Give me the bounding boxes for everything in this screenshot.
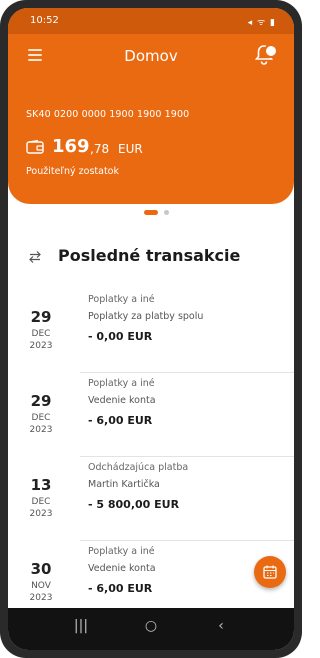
back-button[interactable]: ‹ xyxy=(206,618,236,638)
transaction-item[interactable]: 29 DEC 2023 Poplatky a iné Vedenie konta… xyxy=(8,372,294,456)
calendar-icon xyxy=(263,565,277,579)
notification-badge xyxy=(264,44,278,58)
tx-year: 2023 xyxy=(29,425,53,435)
tx-amount: - 6,00 EUR xyxy=(88,414,153,427)
app-bar: Domov xyxy=(8,34,294,78)
tx-description: Vedenie konta xyxy=(88,563,156,574)
carousel-dot-active[interactable] xyxy=(144,210,158,215)
transaction-item[interactable]: 13 DEC 2023 Odchádzajúca platba Martin K… xyxy=(8,456,294,540)
divider xyxy=(80,372,294,373)
tx-description: Poplatky za platby spolu xyxy=(88,311,204,322)
bell-icon[interactable] xyxy=(254,44,278,66)
transaction-item[interactable]: 29 DEC 2023 Poplatky a iné Poplatky za p… xyxy=(8,288,294,372)
tx-year: 2023 xyxy=(29,509,53,519)
tx-category: Poplatky a iné xyxy=(88,546,155,557)
tx-month: NOV xyxy=(31,581,51,591)
balance-amount-integer: 169 xyxy=(52,136,90,157)
tx-day: 30 xyxy=(30,560,52,578)
tx-description: Vedenie konta xyxy=(88,395,156,406)
tx-year: 2023 xyxy=(29,593,53,603)
section-title: Posledné transakcie xyxy=(58,246,241,265)
system-nav-bar: ||| ○ ‹ xyxy=(8,608,294,650)
balance-currency: EUR xyxy=(118,142,143,156)
swap-arrows-icon xyxy=(29,251,41,263)
status-icons: ◂ ᯤ ▮ xyxy=(247,18,276,28)
tx-month: DEC xyxy=(31,329,51,339)
account-header: 10:52 ◂ ᯤ ▮ Domov SK40 0200 0000 1900 19… xyxy=(8,8,294,204)
divider xyxy=(80,540,294,541)
tx-day: 13 xyxy=(30,476,52,494)
account-iban: SK40 0200 0000 1900 1900 1900 xyxy=(26,109,190,120)
recents-button[interactable]: ||| xyxy=(66,618,96,638)
wallet-icon xyxy=(26,140,44,154)
tx-month: DEC xyxy=(31,413,51,423)
status-time: 10:52 xyxy=(30,15,59,26)
divider xyxy=(80,456,294,457)
tx-amount: - 6,00 EUR xyxy=(88,582,153,595)
page-title: Domov xyxy=(124,47,178,65)
tx-day: 29 xyxy=(30,392,52,410)
tx-description: Martin Kartička xyxy=(88,479,160,490)
carousel-dot[interactable] xyxy=(164,210,169,215)
status-bar: 10:52 ◂ ᯤ ▮ xyxy=(8,8,294,34)
tx-month: DEC xyxy=(31,497,51,507)
balance-label: Použiteľný zostatok xyxy=(26,166,119,177)
home-button[interactable]: ○ xyxy=(136,618,166,638)
tx-day: 29 xyxy=(30,308,52,326)
tx-amount: - 5 800,00 EUR xyxy=(88,498,180,511)
tx-year: 2023 xyxy=(29,341,53,351)
tx-amount: - 0,00 EUR xyxy=(88,330,153,343)
tx-category: Odchádzajúca platba xyxy=(88,462,189,473)
calendar-fab-button[interactable] xyxy=(254,556,286,588)
phone-frame: 10:52 ◂ ᯤ ▮ Domov SK40 0200 0000 1900 19… xyxy=(0,0,302,658)
tx-category: Poplatky a iné xyxy=(88,294,155,305)
tx-category: Poplatky a iné xyxy=(88,378,155,389)
balance-amount-decimal: ,78 xyxy=(90,142,110,156)
screen: 10:52 ◂ ᯤ ▮ Domov SK40 0200 0000 1900 19… xyxy=(8,8,294,650)
